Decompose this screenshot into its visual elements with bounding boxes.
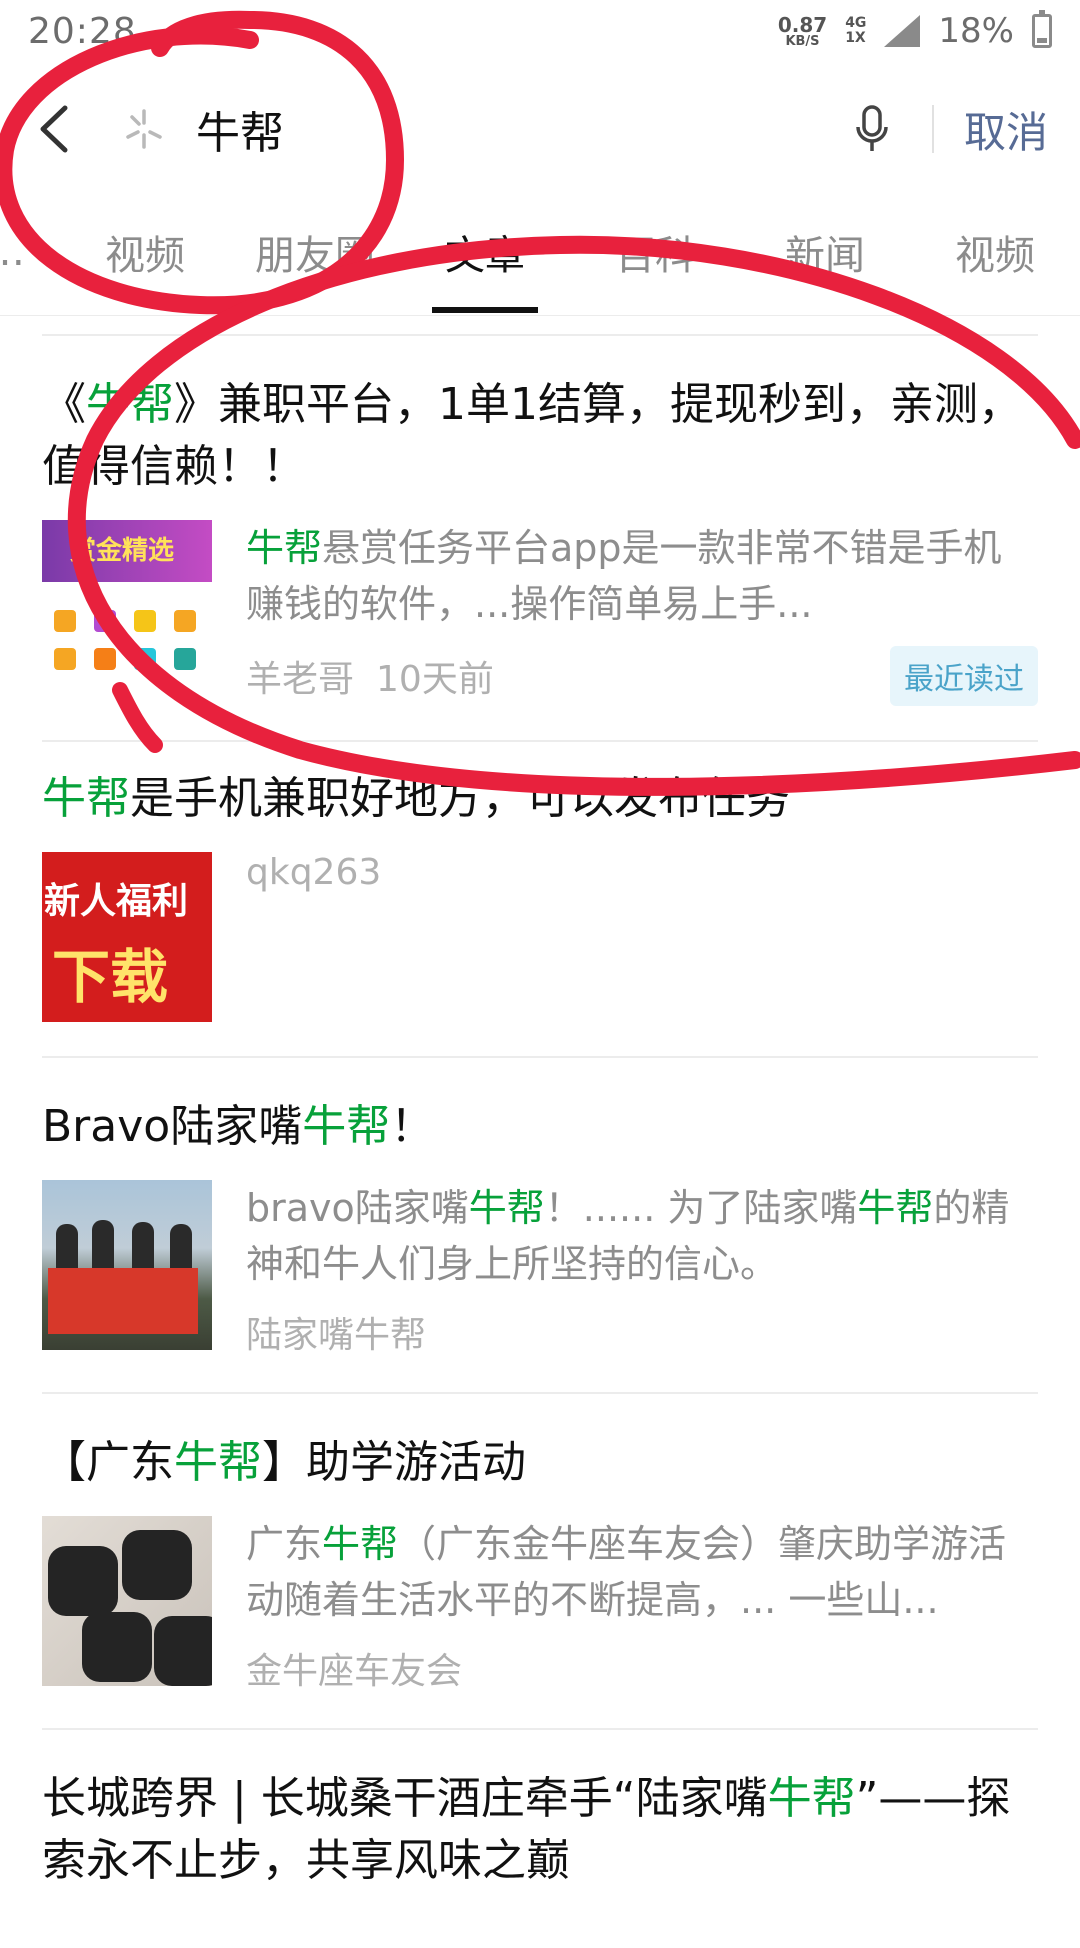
article-title[interactable]: 【广东牛帮】助学游活动	[42, 1432, 1038, 1494]
article-snippet: 牛帮悬赏任务平台app是一款非常不错是手机赚钱的软件，...操作简单易上手...	[246, 520, 1038, 632]
title-text: 】助学游活动	[262, 1437, 526, 1488]
article-meta: qkq263	[246, 852, 1038, 893]
article-result[interactable]: 长城跨界 | 长城桑干酒庄牵手“陆家嘴牛帮”——探索永不止步，共享风味之巅	[42, 1730, 1038, 1948]
article-source: 金牛座车友会	[246, 1642, 462, 1694]
search-spark-icon	[126, 109, 162, 149]
network-type-top: 4G	[845, 15, 867, 32]
microphone-icon	[856, 105, 888, 151]
snippet-highlight: 牛帮	[246, 526, 323, 570]
title-text: Bravo陆家嘴	[42, 1101, 303, 1152]
article-thumbnail: 赏金精选	[42, 520, 212, 690]
network-speed-value: 0.87	[777, 12, 828, 37]
tab-news[interactable]: 新闻	[740, 190, 910, 315]
category-tabs: … 视频 朋友圈 文章 百科 新闻 视频	[0, 190, 1080, 316]
network-type: 4G 1X	[845, 16, 866, 45]
snippet-text: ！...... 为了陆家嘴	[544, 1186, 858, 1230]
article-thumbnail: 新人福利 下载	[42, 852, 212, 1022]
chevron-left-icon	[40, 105, 68, 153]
status-indicators: 0.87 KB/S 4G 1X 18%	[778, 10, 1052, 51]
article-meta: 广东牛帮（广东金牛座车友会）肇庆助学游活动随着生活水平的不断提高，... 一些山…	[246, 1516, 1038, 1694]
snippet-text: 悬赏任务平台app是一款非常不错是手机赚钱的软件，...操作简单易上手...	[246, 526, 1002, 626]
article-title[interactable]: Bravo陆家嘴牛帮！	[42, 1096, 1038, 1158]
title-highlight: 牛帮	[42, 773, 130, 824]
thumbnail-text: 赏金精选	[70, 536, 175, 566]
article-meta: 牛帮悬赏任务平台app是一款非常不错是手机赚钱的软件，...操作简单易上手...…	[246, 520, 1038, 706]
article-result[interactable]: 【广东牛帮】助学游活动 广东牛帮（广东金牛座车友会）肇庆助学游活动随着生活水平的…	[42, 1394, 1038, 1730]
tab-articles[interactable]: 文章	[400, 190, 570, 315]
thumbnail-text: 下载	[52, 943, 169, 1011]
meta-row: 陆家嘴牛帮	[246, 1306, 1038, 1358]
article-title[interactable]: 长城跨界 | 长城桑干酒庄牵手“陆家嘴牛帮”——探索永不止步，共享风味之巅	[42, 1768, 1038, 1892]
title-highlight: 牛帮	[302, 1101, 391, 1152]
meta-row: qkq263	[246, 852, 1038, 893]
snippet-highlight: 牛帮	[322, 1522, 399, 1566]
meta-row: 金牛座车友会	[246, 1642, 1038, 1694]
snippet-highlight: 牛帮	[468, 1186, 545, 1230]
title-highlight: 牛帮	[86, 379, 174, 430]
article-snippet: bravo陆家嘴牛帮！...... 为了陆家嘴牛帮的精神和牛人们身上所坚持的信心…	[246, 1180, 1038, 1292]
status-time: 20:28	[28, 10, 137, 52]
tab-moments[interactable]: 朋友圈	[230, 190, 400, 315]
search-bar: 牛帮 取消	[0, 70, 1080, 188]
article-results: 《牛帮》兼职平台，1单1结算，提现秒到，亲测，值得信赖！！ 赏金精选 牛帮悬赏任…	[42, 334, 1038, 1948]
tab-video[interactable]: 视频	[60, 190, 230, 315]
article-body: 新人福利 下载 qkq263	[42, 852, 1038, 1022]
voice-input-button[interactable]	[842, 99, 902, 159]
title-text: 》兼职平台，1单1结算，提现秒到，亲测，值得信赖！！	[42, 379, 1022, 492]
network-type-bottom: 1X	[845, 30, 866, 46]
tab-partial-left[interactable]: …	[0, 190, 60, 315]
snippet-text: 广东	[246, 1522, 323, 1566]
back-button[interactable]	[24, 99, 84, 159]
article-source: 陆家嘴牛帮	[246, 1306, 426, 1358]
author-name: 羊老哥	[246, 659, 355, 700]
status-bar: 20:28 0.87 KB/S 4G 1X 18%	[0, 0, 1080, 62]
title-text: 是手机兼职好地方，可以发布任务	[130, 773, 790, 824]
article-title[interactable]: 《牛帮》兼职平台，1单1结算，提现秒到，亲测，值得信赖！！	[42, 374, 1038, 498]
article-thumbnail	[42, 1180, 212, 1350]
recently-read-badge: 最近读过	[890, 646, 1038, 706]
publish-time: 10天前	[376, 659, 494, 700]
title-highlight: 牛帮	[767, 1773, 856, 1824]
article-title[interactable]: 牛帮是手机兼职好地方，可以发布任务	[42, 768, 1038, 830]
title-highlight: 牛帮	[174, 1437, 262, 1488]
title-text: 《	[42, 379, 86, 430]
search-query[interactable]: 牛帮	[196, 97, 284, 161]
author-name: qkq263	[246, 852, 382, 893]
thumbnail-text: 新人福利	[44, 881, 189, 922]
article-snippet: 广东牛帮（广东金牛座车友会）肇庆助学游活动随着生活水平的不断提高，... 一些山…	[246, 1516, 1038, 1628]
article-source: 羊老哥 10天前	[246, 650, 494, 702]
article-meta: bravo陆家嘴牛帮！...... 为了陆家嘴牛帮的精神和牛人们身上所坚持的信心…	[246, 1180, 1038, 1358]
tab-encyclopedia[interactable]: 百科	[570, 190, 740, 315]
article-body: 广东牛帮（广东金牛座车友会）肇庆助学游活动随着生活水平的不断提高，... 一些山…	[42, 1516, 1038, 1694]
cancel-button[interactable]: 取消	[964, 99, 1056, 160]
network-speed-unit: KB/S	[785, 33, 820, 49]
article-body: 赏金精选 牛帮悬赏任务平台app是一款非常不错是手机赚钱的软件，...操作简单易…	[42, 520, 1038, 706]
tab-strip: … 视频 朋友圈 文章 百科 新闻 视频	[0, 190, 1080, 315]
article-thumbnail	[42, 1516, 212, 1686]
network-speed: 0.87 KB/S	[778, 15, 827, 48]
title-text: ！	[390, 1101, 435, 1152]
article-body: bravo陆家嘴牛帮！...... 为了陆家嘴牛帮的精神和牛人们身上所坚持的信心…	[42, 1180, 1038, 1358]
meta-row: 羊老哥 10天前 最近读过	[246, 646, 1038, 706]
title-text: 【广东	[42, 1437, 174, 1488]
author-name: 陆家嘴牛帮	[246, 1315, 427, 1356]
search-input[interactable]: 牛帮	[84, 97, 842, 161]
article-source: qkq263	[246, 852, 381, 893]
tab-video-2[interactable]: 视频	[910, 190, 1080, 315]
author-name: 金牛座车友会	[246, 1651, 463, 1692]
snippet-text: bravo陆家嘴	[246, 1186, 469, 1230]
battery-level: 18%	[938, 11, 1014, 51]
title-text: 长城跨界 | 长城桑干酒庄牵手“陆家嘴	[42, 1773, 768, 1824]
article-result[interactable]: 牛帮是手机兼职好地方，可以发布任务 新人福利 下载 qkq263	[42, 742, 1038, 1058]
battery-icon	[1032, 10, 1052, 48]
article-result[interactable]: Bravo陆家嘴牛帮！ bravo陆家嘴牛帮！...... 为了陆家嘴牛帮的精神…	[42, 1058, 1038, 1394]
snippet-highlight: 牛帮	[857, 1186, 934, 1230]
search-divider	[931, 105, 934, 153]
article-result[interactable]: 《牛帮》兼职平台，1单1结算，提现秒到，亲测，值得信赖！！ 赏金精选 牛帮悬赏任…	[42, 334, 1038, 742]
signal-icon	[884, 15, 921, 47]
